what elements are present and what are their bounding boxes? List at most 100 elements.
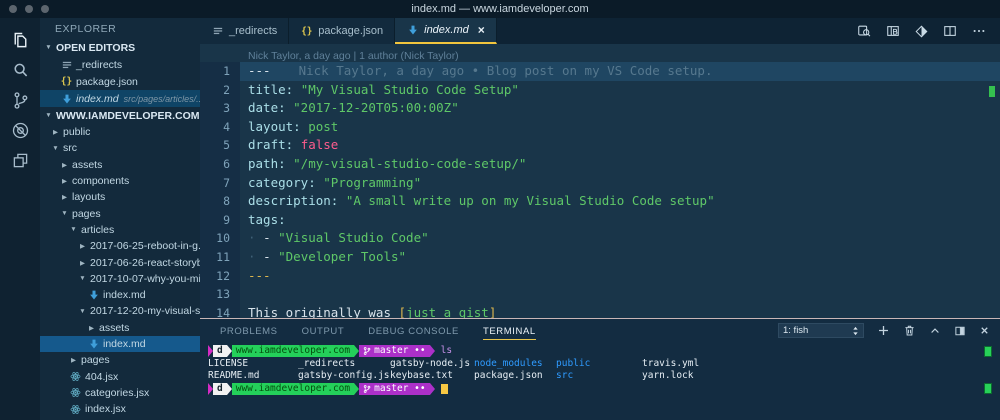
- chevron-down-icon: ▼: [44, 44, 53, 51]
- new-terminal-icon[interactable]: [877, 324, 890, 337]
- tree-item-index.md[interactable]: index.md: [40, 287, 200, 303]
- code-line-8: 8description: "A small write up on my Vi…: [200, 192, 1000, 211]
- tree-item-layouts[interactable]: ▶layouts: [40, 189, 200, 205]
- chevron-down-icon: ▼: [51, 145, 60, 152]
- line-number: 14: [200, 304, 240, 318]
- react-icon: [69, 371, 82, 382]
- terminal-select[interactable]: 1: fish: [778, 323, 864, 338]
- maximize-panel-icon[interactable]: [929, 325, 941, 337]
- tree-item-404.jsx[interactable]: 404.jsx: [40, 368, 200, 384]
- code-line-9: 9tags:: [200, 211, 1000, 230]
- line-number: 7: [200, 174, 240, 193]
- more-actions-icon[interactable]: [972, 24, 986, 38]
- list-file-icon: [60, 60, 73, 70]
- prompt-host-segment: www.iamdeveloper.com: [232, 345, 354, 357]
- source-control-icon[interactable]: [0, 85, 40, 115]
- workspace-folder-header[interactable]: ▼ WWW.IAMDEVELOPER.COM: [40, 107, 200, 124]
- tree-item-pages[interactable]: ▶pages: [40, 352, 200, 368]
- tree-item-index.jsx[interactable]: index.jsx: [40, 401, 200, 417]
- tree-item-pages[interactable]: ▼pages: [40, 205, 200, 221]
- code-line-11: 11· - "Developer Tools": [200, 248, 1000, 267]
- titlebar: index.md — www.iamdeveloper.com: [0, 0, 1000, 18]
- editor-code-area[interactable]: 1---Nick Taylor, a day ago • Blog post o…: [200, 62, 1000, 318]
- tree-item-index.md[interactable]: index.md: [40, 336, 200, 352]
- tree-item-2017-10-07-why-you-mi...[interactable]: ▼2017-10-07-why-you-mi...: [40, 271, 200, 287]
- line-number: 5: [200, 136, 240, 155]
- debug-icon[interactable]: [0, 115, 40, 145]
- codelens-annotation[interactable]: Nick Taylor, a day ago | 1 author (Nick …: [200, 44, 1000, 62]
- file-name: gatsby-config.js: [298, 370, 390, 383]
- tree-item-2017-06-25-reboot-in-g...[interactable]: ▶2017-06-25-reboot-in-g...: [40, 238, 200, 254]
- explorer-sidebar: EXPLORER ▼ OPEN EDITORS _redirects{}pack…: [40, 18, 200, 420]
- code-line-1: 1---Nick Taylor, a day ago • Blog post o…: [200, 62, 1000, 81]
- file-name: yarn.lock: [642, 370, 693, 383]
- open-editors-header[interactable]: ▼ OPEN EDITORS: [40, 39, 200, 56]
- prompt-git-segment: master ••: [359, 345, 429, 357]
- tree-item-assets[interactable]: ▶assets: [40, 320, 200, 336]
- line-number: 6: [200, 155, 240, 174]
- tree-item-src[interactable]: ▼src: [40, 140, 200, 156]
- panel-tab-debug-console[interactable]: DEBUG CONSOLE: [368, 322, 459, 340]
- command-status-indicator: [984, 346, 992, 357]
- tree-item-articles[interactable]: ▼articles: [40, 222, 200, 238]
- panel-controls: 1: fish: [778, 323, 990, 338]
- open-editor-_redirects[interactable]: _redirects: [40, 56, 200, 73]
- line-number: 10: [200, 229, 240, 248]
- tab-index.md[interactable]: index.md×: [395, 18, 497, 44]
- toggle-blame-icon[interactable]: [886, 24, 900, 38]
- split-editor-icon[interactable]: [943, 24, 957, 38]
- explorer-icon[interactable]: [0, 25, 40, 55]
- extensions-icon[interactable]: [0, 145, 40, 175]
- gitlens-diamond-icon[interactable]: [915, 25, 928, 38]
- tree-item-2017-06-26-react-storyb..[interactable]: ▶2017-06-26-react-storyb..: [40, 254, 200, 270]
- chevron-right-icon: ▶: [60, 161, 69, 169]
- markdown-file-icon: [60, 94, 73, 104]
- terminal[interactable]: dwww.iamdeveloper.commaster ••lsLICENSE_…: [200, 342, 1000, 420]
- search-icon[interactable]: [0, 55, 40, 85]
- panel-tab-output[interactable]: OUTPUT: [302, 322, 345, 340]
- file-name: LICENSE: [208, 358, 298, 371]
- kill-terminal-trash-icon[interactable]: [903, 324, 916, 337]
- open-editor-index.md[interactable]: index.mdsrc/pages/articles/...: [40, 90, 200, 107]
- line-number: 3: [200, 99, 240, 118]
- tab-close-icon[interactable]: ×: [478, 24, 485, 36]
- tree-item-components[interactable]: ▶components: [40, 173, 200, 189]
- directory-name: node_modules: [474, 358, 556, 371]
- chevron-down-icon: ▼: [69, 226, 78, 233]
- line-number: 13: [200, 285, 240, 304]
- chevron-right-icon: ▶: [51, 128, 60, 136]
- markdown-file-icon: [87, 339, 100, 349]
- tab-package.json[interactable]: {}package.json: [289, 18, 395, 44]
- code-line-14: 14This originally was [just a gist]: [200, 304, 1000, 318]
- vscode-window: index.md — www.iamdeveloper.com EXPLORER…: [0, 0, 1000, 420]
- tree-item-2017-12-20-my-visual-st...[interactable]: ▼2017-12-20-my-visual-st...: [40, 303, 200, 319]
- panel-header: PROBLEMS OUTPUT DEBUG CONSOLE TERMINAL 1: f…: [200, 319, 1000, 342]
- chevron-right-icon: ▶: [78, 242, 87, 250]
- terminal-prompt-line: dwww.iamdeveloper.commaster ••: [208, 383, 992, 396]
- markdown-file-icon: [87, 290, 100, 300]
- json-braces-icon: {}: [60, 76, 73, 87]
- terminal-output-line: LICENSE_redirectsgatsby-node.jsnode_modu…: [208, 358, 992, 371]
- code-line-10: 10· - "Visual Studio Code": [200, 229, 1000, 248]
- split-panel-icon[interactable]: [954, 325, 966, 337]
- panel-tab-terminal[interactable]: TERMINAL: [483, 322, 536, 340]
- code-line-13: 13: [200, 285, 1000, 304]
- chevron-right-icon: ▶: [60, 193, 69, 201]
- code-line-3: 3date: "2017-12-20T05:00:00Z": [200, 99, 1000, 118]
- editor-group: _redirects{}package.jsonindex.md× Nick T…: [200, 18, 1000, 420]
- file-name: README.md: [208, 370, 298, 383]
- tree-item-public[interactable]: ▶public: [40, 124, 200, 140]
- tree-item-categories.jsx[interactable]: categories.jsx: [40, 385, 200, 401]
- open-preview-icon[interactable]: [857, 24, 871, 38]
- line-number: 12: [200, 267, 240, 286]
- line-number: 1: [200, 62, 240, 81]
- panel-tab-problems[interactable]: PROBLEMS: [220, 322, 278, 340]
- tree-item-assets[interactable]: ▶assets: [40, 157, 200, 173]
- file-name: package.json: [474, 370, 556, 383]
- open-editor-package.json[interactable]: {}package.json: [40, 73, 200, 90]
- close-panel-icon[interactable]: [979, 325, 990, 336]
- tab-_redirects[interactable]: _redirects: [200, 18, 289, 44]
- command-status-indicator: [984, 383, 992, 394]
- window-title: index.md — www.iamdeveloper.com: [0, 3, 1000, 15]
- code-line-12: 12---: [200, 267, 1000, 286]
